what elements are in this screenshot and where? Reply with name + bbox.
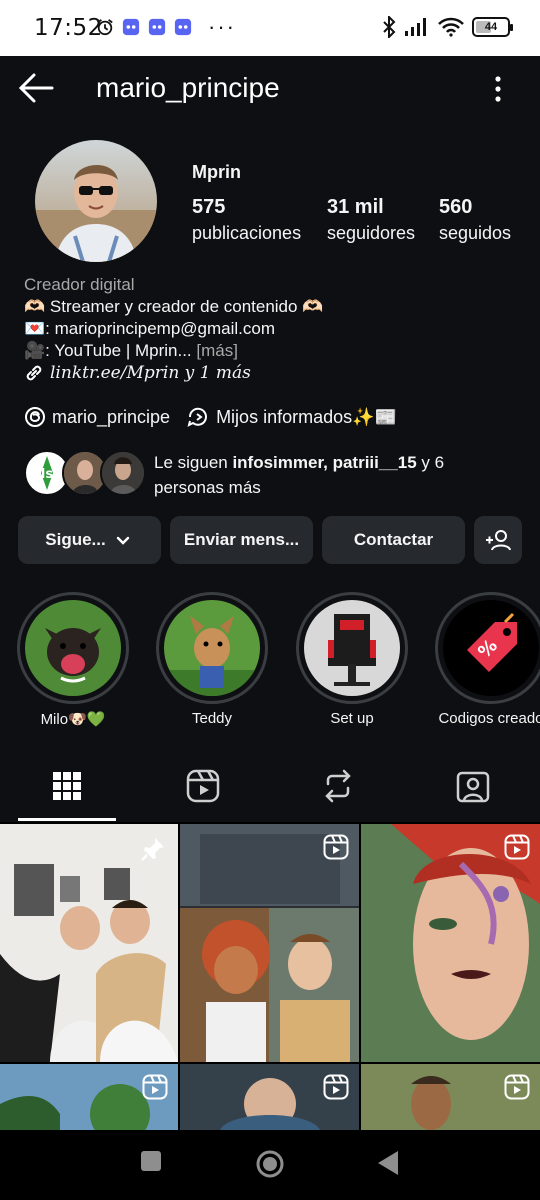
highlight-label: Set up bbox=[330, 710, 374, 727]
threads-icon bbox=[25, 407, 45, 427]
alarm-icon bbox=[97, 19, 113, 36]
profile-actions: Sigue... Enviar mens... Contactar bbox=[18, 516, 522, 564]
message-button[interactable]: Enviar mens... bbox=[170, 516, 313, 564]
highlight-item[interactable]: Set up bbox=[296, 592, 408, 727]
reels-icon bbox=[323, 834, 349, 860]
active-tab-indicator bbox=[18, 818, 116, 821]
bio-line: 🎥: YouTube | Mprin... [más] bbox=[24, 341, 238, 360]
post-thumbnail[interactable] bbox=[180, 1064, 359, 1130]
post-thumbnail[interactable] bbox=[361, 824, 540, 1062]
post-thumbnail[interactable] bbox=[180, 824, 359, 1062]
signal-icon bbox=[405, 18, 426, 36]
repost-icon[interactable] bbox=[320, 768, 356, 804]
profile-username: mario_principe bbox=[96, 72, 280, 103]
following-button[interactable]: Sigue... bbox=[18, 516, 161, 564]
back-arrow-icon[interactable] bbox=[18, 72, 54, 104]
highlight-cover bbox=[25, 600, 121, 696]
discord-icon bbox=[174, 18, 192, 36]
followers-count[interactable]: 31 mil seguidores bbox=[327, 196, 415, 244]
profile-header: mario_principe bbox=[0, 56, 540, 120]
follower-avatar bbox=[100, 450, 146, 496]
highlight-item[interactable]: % Codigos creado bbox=[435, 592, 540, 727]
more-notifications-icon: ··· bbox=[208, 14, 236, 39]
recent-apps-icon[interactable] bbox=[140, 1150, 162, 1172]
post-thumbnail[interactable] bbox=[0, 1064, 178, 1130]
story-highlights: Milo🐶💚 Teddy Set up % Codigos creado bbox=[0, 592, 540, 732]
reels-icon bbox=[504, 834, 530, 860]
link-icon bbox=[26, 365, 42, 381]
status-bar: 17:52 ··· 44 bbox=[0, 0, 540, 56]
wifi-icon bbox=[438, 17, 464, 37]
highlight-item[interactable]: Teddy bbox=[156, 592, 268, 727]
category-label: Creador digital bbox=[24, 275, 135, 294]
status-time: 17:52 bbox=[34, 15, 103, 41]
post-thumbnail[interactable] bbox=[361, 1064, 540, 1130]
bio-more-link[interactable]: [más] bbox=[196, 341, 238, 360]
reels-icon bbox=[323, 1074, 349, 1100]
bluetooth-icon bbox=[383, 16, 396, 38]
bio-line: 💌: marioprincipemp@gmail.com bbox=[24, 319, 275, 338]
home-icon[interactable] bbox=[254, 1148, 286, 1180]
chevron-down-icon bbox=[116, 536, 129, 545]
bio-link[interactable]: linktr.ee/Mprin y 1 más bbox=[24, 362, 323, 384]
posts-count[interactable]: 575 publicaciones bbox=[192, 196, 301, 244]
reels-icon bbox=[142, 1074, 168, 1100]
highlight-cover: % bbox=[443, 600, 539, 696]
posts-grid bbox=[0, 824, 540, 1130]
profile-tabs bbox=[0, 752, 540, 822]
avatar[interactable] bbox=[35, 140, 157, 262]
following-count[interactable]: 560 seguidos bbox=[439, 196, 511, 244]
battery-icon: 44 bbox=[472, 17, 513, 37]
display-name: Mprin bbox=[192, 162, 241, 182]
highlight-item[interactable]: Milo🐶💚 bbox=[17, 592, 129, 728]
suggested-users-button[interactable] bbox=[474, 516, 522, 564]
highlight-cover bbox=[164, 600, 260, 696]
channel-icon bbox=[187, 407, 208, 427]
highlight-label: Milo🐶💚 bbox=[40, 711, 106, 728]
contact-button[interactable]: Contactar bbox=[322, 516, 465, 564]
discord-icon bbox=[148, 18, 166, 36]
reels-icon bbox=[504, 1074, 530, 1100]
svg-text:ls: ls bbox=[41, 467, 53, 482]
bio-line: 🫶🏻 Streamer y creador de contenido 🫶🏻 bbox=[24, 297, 324, 316]
highlight-cover bbox=[304, 600, 400, 696]
tagged-icon[interactable] bbox=[455, 768, 491, 804]
post-thumbnail[interactable] bbox=[0, 824, 178, 1062]
add-user-icon bbox=[486, 530, 511, 551]
broadcast-channel-link[interactable]: Mijos informados✨📰 bbox=[186, 406, 397, 428]
grid-icon[interactable] bbox=[49, 768, 85, 804]
bio: Creador digital 🫶🏻 Streamer y creador de… bbox=[24, 274, 323, 384]
highlight-label: Codigos creado bbox=[438, 710, 540, 727]
highlight-label: Teddy bbox=[191, 710, 233, 727]
more-options-icon[interactable] bbox=[494, 76, 502, 102]
discord-icon bbox=[122, 18, 140, 36]
reels-icon[interactable] bbox=[185, 768, 221, 804]
threads-link[interactable]: mario_principe bbox=[24, 406, 170, 428]
profile-section: Mprin 575 publicaciones 31 mil seguidore… bbox=[0, 120, 540, 800]
system-navigation-bar bbox=[0, 1130, 540, 1200]
back-icon[interactable] bbox=[376, 1150, 400, 1176]
pin-icon bbox=[141, 838, 164, 861]
